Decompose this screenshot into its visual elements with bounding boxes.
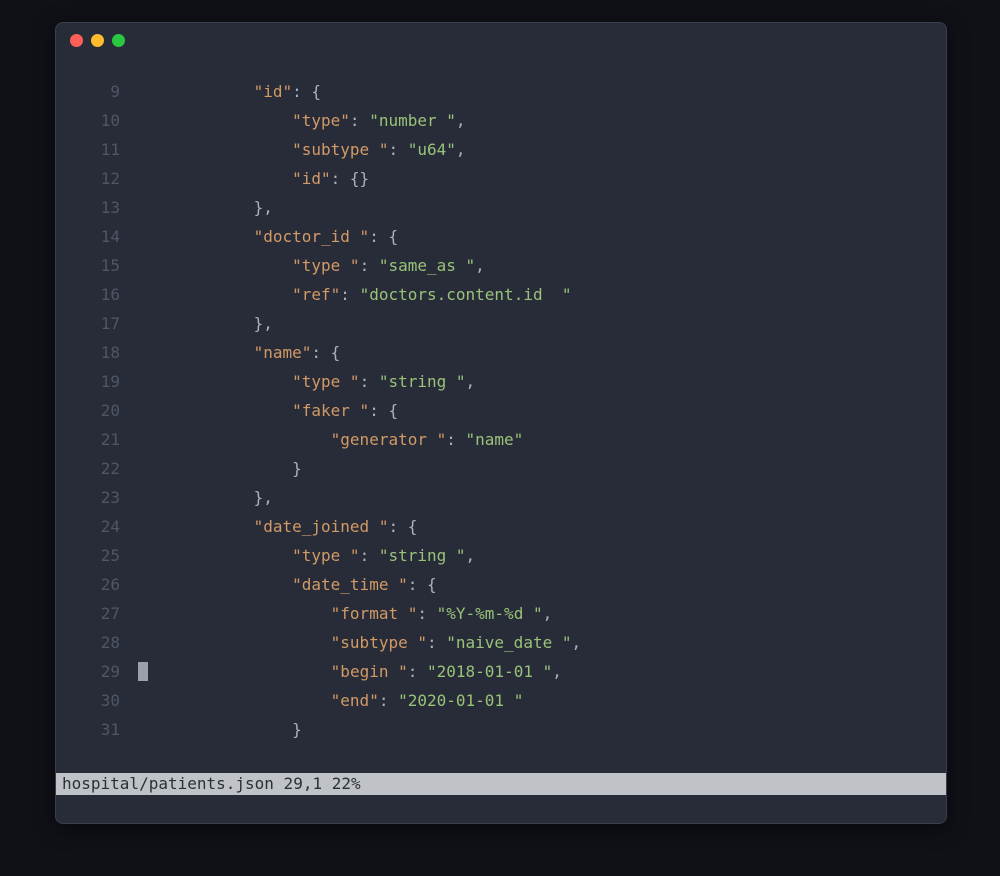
code-line[interactable]: 21 "generator ": "name": [56, 425, 946, 454]
code-content[interactable]: "type ": "string ",: [138, 367, 475, 396]
code-content[interactable]: }: [138, 454, 302, 483]
code-line[interactable]: 13 },: [56, 193, 946, 222]
maximize-icon[interactable]: [112, 34, 125, 47]
code-content[interactable]: "name": {: [138, 338, 340, 367]
code-content[interactable]: }: [138, 715, 302, 744]
code-content[interactable]: "end": "2020-01-01 ": [138, 686, 523, 715]
code-editor[interactable]: 9 "id": {10 "type": "number ",11 "subtyp…: [56, 77, 946, 793]
line-number: 21: [56, 425, 138, 454]
code-content[interactable]: "type ": "string ",: [138, 541, 475, 570]
code-line[interactable]: 10 "type": "number ",: [56, 106, 946, 135]
line-number: 23: [56, 483, 138, 512]
code-content[interactable]: "generator ": "name": [138, 425, 523, 454]
code-line[interactable]: 16 "ref": "doctors.content.id ": [56, 280, 946, 309]
line-number: 28: [56, 628, 138, 657]
code-content[interactable]: "doctor_id ": {: [138, 222, 398, 251]
close-icon[interactable]: [70, 34, 83, 47]
line-number: 22: [56, 454, 138, 483]
line-number: 18: [56, 338, 138, 367]
code-content[interactable]: "id": {: [138, 77, 321, 106]
editor-window: 9 "id": {10 "type": "number ",11 "subtyp…: [55, 22, 947, 824]
line-number: 9: [56, 77, 138, 106]
code-content[interactable]: "format ": "%Y-%m-%d ",: [138, 599, 552, 628]
code-content[interactable]: "subtype ": "naive_date ",: [138, 628, 581, 657]
code-content[interactable]: "subtype ": "u64",: [138, 135, 466, 164]
line-number: 13: [56, 193, 138, 222]
titlebar: [56, 23, 946, 57]
status-text: hospital/patients.json 29,1 22%: [62, 774, 361, 793]
line-number: 26: [56, 570, 138, 599]
code-content[interactable]: "ref": "doctors.content.id ": [138, 280, 571, 309]
code-content[interactable]: },: [138, 193, 273, 222]
code-line[interactable]: 30 "end": "2020-01-01 ": [56, 686, 946, 715]
line-number: 10: [56, 106, 138, 135]
code-line[interactable]: 29 "begin ": "2018-01-01 ",: [56, 657, 946, 686]
line-number: 15: [56, 251, 138, 280]
code-line[interactable]: 12 "id": {}: [56, 164, 946, 193]
code-content[interactable]: "date_joined ": {: [138, 512, 417, 541]
code-line[interactable]: 25 "type ": "string ",: [56, 541, 946, 570]
code-content[interactable]: "faker ": {: [138, 396, 398, 425]
line-number: 20: [56, 396, 138, 425]
code-line[interactable]: 22 }: [56, 454, 946, 483]
code-line[interactable]: 23 },: [56, 483, 946, 512]
code-line[interactable]: 15 "type ": "same_as ",: [56, 251, 946, 280]
minimize-icon[interactable]: [91, 34, 104, 47]
line-number: 27: [56, 599, 138, 628]
code-content[interactable]: },: [138, 483, 273, 512]
code-content[interactable]: "type ": "same_as ",: [138, 251, 485, 280]
status-bar: hospital/patients.json 29,1 22%: [56, 773, 946, 795]
code-content[interactable]: },: [138, 309, 273, 338]
code-line[interactable]: 9 "id": {: [56, 77, 946, 106]
code-line[interactable]: 26 "date_time ": {: [56, 570, 946, 599]
line-number: 30: [56, 686, 138, 715]
line-number: 31: [56, 715, 138, 744]
code-line[interactable]: 24 "date_joined ": {: [56, 512, 946, 541]
code-line[interactable]: 28 "subtype ": "naive_date ",: [56, 628, 946, 657]
line-number: 19: [56, 367, 138, 396]
line-number: 29: [56, 657, 138, 686]
line-number: 17: [56, 309, 138, 338]
code-line[interactable]: 14 "doctor_id ": {: [56, 222, 946, 251]
code-line[interactable]: 19 "type ": "string ",: [56, 367, 946, 396]
line-number: 16: [56, 280, 138, 309]
code-line[interactable]: 20 "faker ": {: [56, 396, 946, 425]
line-number: 12: [56, 164, 138, 193]
line-number: 14: [56, 222, 138, 251]
code-content[interactable]: "id": {}: [138, 164, 369, 193]
code-line[interactable]: 17 },: [56, 309, 946, 338]
code-content[interactable]: "date_time ": {: [138, 570, 437, 599]
line-number: 11: [56, 135, 138, 164]
code-content[interactable]: "begin ": "2018-01-01 ",: [138, 657, 562, 686]
code-line[interactable]: 18 "name": {: [56, 338, 946, 367]
line-number: 25: [56, 541, 138, 570]
code-content[interactable]: "type": "number ",: [138, 106, 466, 135]
code-line[interactable]: 27 "format ": "%Y-%m-%d ",: [56, 599, 946, 628]
code-line[interactable]: 11 "subtype ": "u64",: [56, 135, 946, 164]
cursor: [138, 662, 148, 681]
code-line[interactable]: 31 }: [56, 715, 946, 744]
line-number: 24: [56, 512, 138, 541]
